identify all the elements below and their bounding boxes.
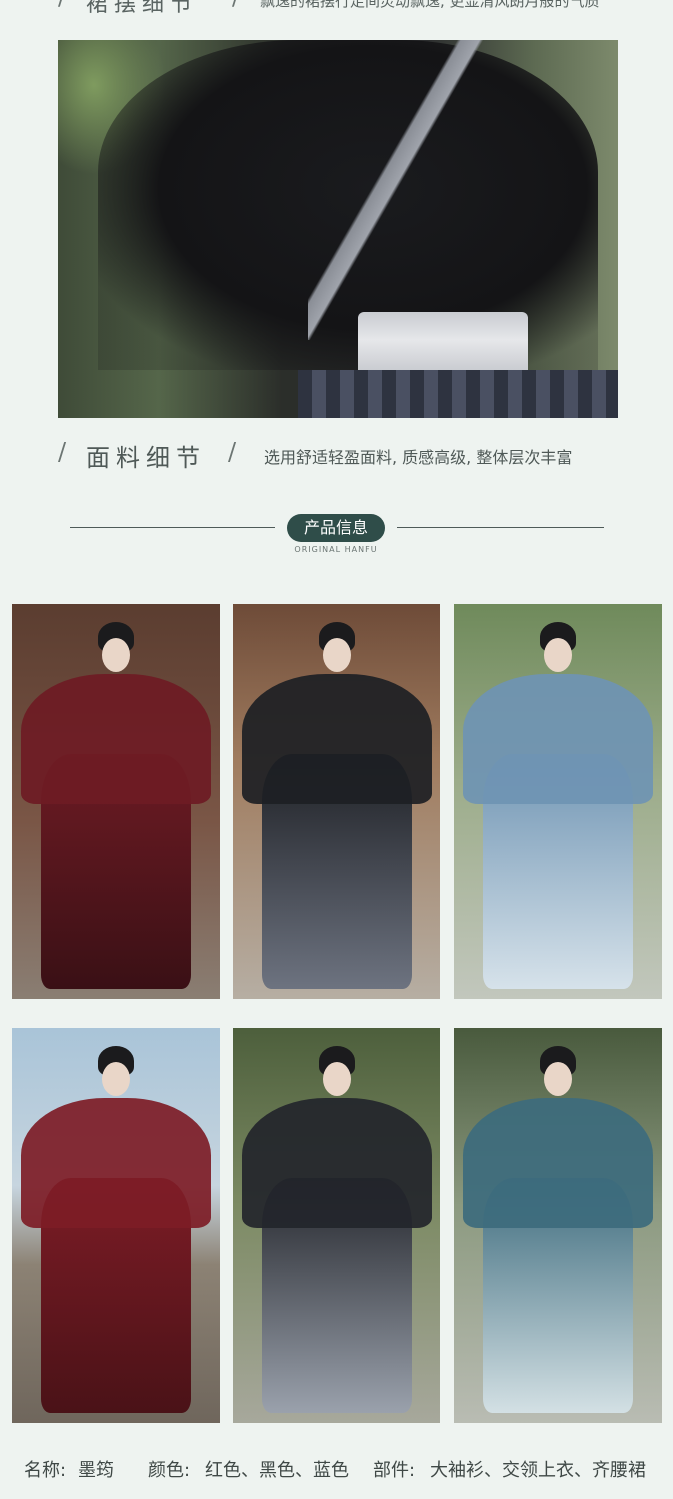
decorative-slash: / [228, 438, 237, 466]
name-label: 名称: [24, 1460, 67, 1481]
product-info-subtitle: ORIGINAL HANFU [294, 545, 378, 554]
fabric-title: 面料细节 [86, 444, 206, 472]
blue-hanfu-bamboo-photo [454, 1028, 662, 1423]
hanfu-robe [463, 674, 653, 804]
parts-value: 大袖衫、交领上衣、齐腰裙 [430, 1460, 646, 1481]
name-value: 墨筠 [78, 1460, 114, 1481]
decorative-slash: / [58, 438, 67, 466]
decorative-slash: / [232, 0, 239, 11]
embroidered-collar [308, 40, 508, 340]
fabric-detail-header: / 面料细节 / 选用舒适轻盈面料, 质感高级, 整体层次丰富 [0, 434, 673, 474]
model-face [544, 1062, 572, 1096]
divider-right [397, 527, 604, 528]
hanfu-robe [241, 1098, 432, 1228]
section-title: 裙摆细节 [86, 0, 199, 17]
hanfu-closeup-photo [58, 40, 618, 418]
section-description: 飘逸的裙摆行走间灵动飘逸, 更显清风朗月般的气质 [260, 0, 600, 10]
model-face [322, 1062, 351, 1096]
red-hanfu-seated-photo [12, 1028, 220, 1423]
blue-hanfu-photo [454, 604, 662, 999]
product-specs: 名称: 墨筠 颜色: 红色、黑色、蓝色 部件: 大袖衫、交领上衣、齐腰裙 [0, 1452, 673, 1482]
pleated-skirt [298, 370, 618, 418]
hanfu-robe [21, 1098, 211, 1228]
decorative-slash: / [58, 0, 65, 11]
fabric-description: 选用舒适轻盈面料, 质感高级, 整体层次丰富 [264, 448, 573, 467]
model-face [102, 638, 130, 672]
product-info-title: 产品信息 [287, 514, 385, 542]
color-label: 颜色: [148, 1460, 191, 1481]
model-face [102, 1062, 130, 1096]
model-face [544, 638, 572, 672]
black-hanfu-photo [233, 604, 440, 999]
red-hanfu-photo [12, 604, 220, 999]
model-face [322, 638, 351, 672]
skirt-detail-header: / 裙摆细节 / 飘逸的裙摆行走间灵动飘逸, 更显清风朗月般的气质 [0, 0, 673, 17]
color-value: 红色、黑色、蓝色 [205, 1460, 349, 1481]
divider-left [70, 527, 275, 528]
parts-label: 部件: [373, 1460, 416, 1481]
hanfu-robe [463, 1098, 653, 1228]
hanfu-robe [241, 674, 432, 804]
black-hanfu-bamboo-photo [233, 1028, 440, 1423]
hanfu-robe [21, 674, 211, 804]
